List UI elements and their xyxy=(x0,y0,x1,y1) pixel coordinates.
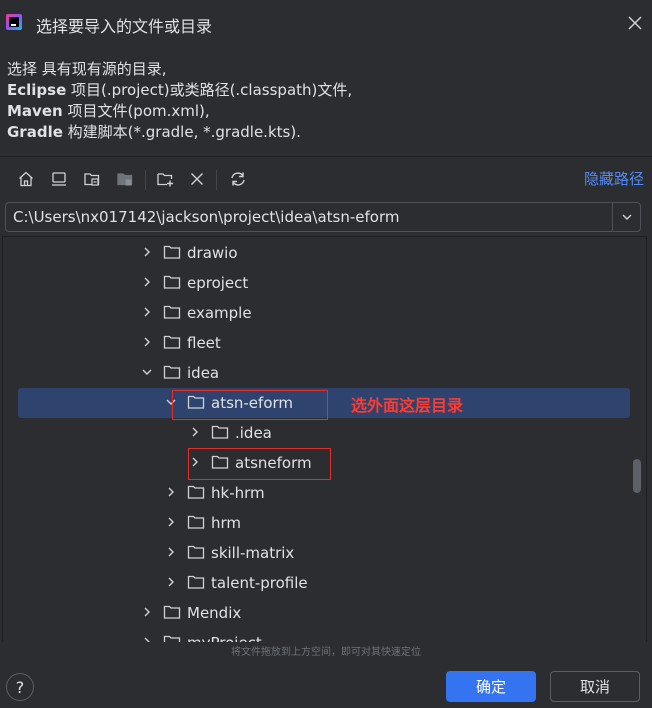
help-button[interactable]: ? xyxy=(6,673,34,701)
eclipse-desc: 项目(.project)或类路径(.classpath)文件, xyxy=(66,81,353,99)
delete-icon[interactable] xyxy=(185,167,209,191)
ok-button[interactable]: 确定 xyxy=(446,671,536,702)
tree-row-dot-idea[interactable]: .idea xyxy=(3,418,646,448)
path-input[interactable]: C:\Users\nx017142\jackson\project\idea\a… xyxy=(13,208,399,226)
tree-row-skill-matrix[interactable]: skill-matrix xyxy=(3,538,646,568)
folder-icon xyxy=(187,515,205,529)
folder-icon xyxy=(163,605,181,619)
directory-tree[interactable]: drawio eproject example fleet idea atsn-… xyxy=(2,236,647,642)
chevron-right-icon[interactable] xyxy=(141,246,153,258)
desktop-icon[interactable] xyxy=(47,167,71,191)
description-line-4: Gradle 构建脚本(*.gradle, *.gradle.kts). xyxy=(7,122,352,143)
folder-icon xyxy=(211,425,229,439)
chevron-right-icon[interactable] xyxy=(165,486,177,498)
drag-drop-hint: 将文件拖放到上方空间，即可对其快速定位 xyxy=(231,647,421,658)
refresh-icon[interactable] xyxy=(226,167,250,191)
annotation-text: 选外面这层目录 xyxy=(351,396,464,415)
hide-path-link[interactable]: 隐藏路径 xyxy=(584,168,644,189)
chevron-right-icon[interactable] xyxy=(165,546,177,558)
cancel-button[interactable]: 取消 xyxy=(550,671,640,702)
dialog-title: 选择要导入的文件或目录 xyxy=(36,17,213,36)
tree-row-label: fleet xyxy=(187,334,221,352)
path-field[interactable]: C:\Users\nx017142\jackson\project\idea\a… xyxy=(5,202,641,232)
chevron-right-icon[interactable] xyxy=(141,636,153,642)
chevron-down-icon[interactable] xyxy=(612,203,640,231)
chevron-right-icon[interactable] xyxy=(141,306,153,318)
tree-row-label: skill-matrix xyxy=(211,544,295,562)
intellij-app-icon xyxy=(6,14,22,30)
tree-row-label: example xyxy=(187,304,252,322)
module-folder-icon[interactable] xyxy=(113,167,137,191)
folder-icon xyxy=(163,245,181,259)
description-line-2: Eclipse 项目(.project)或类路径(.classpath)文件, xyxy=(7,80,352,101)
description-line-3: Maven 项目文件(pom.xml), xyxy=(7,101,352,122)
toolbar-separator xyxy=(216,170,217,190)
tree-row-label: hk-hrm xyxy=(211,484,265,502)
tree-row-label: talent-profile xyxy=(211,574,308,592)
folder-icon xyxy=(163,365,181,379)
tree-row-label: myProject xyxy=(187,634,262,642)
tree-row-eproject[interactable]: eproject xyxy=(3,268,646,298)
maven-desc: 项目文件(pom.xml), xyxy=(62,102,210,120)
toolbar-separator xyxy=(145,170,146,190)
file-chooser-toolbar: 隐藏路径 xyxy=(0,162,652,196)
eclipse-label: Eclipse xyxy=(7,81,67,99)
folder-icon xyxy=(163,635,181,642)
tree-row-label: eproject xyxy=(187,274,249,292)
gradle-desc: 构建脚本(*.gradle, *.gradle.kts). xyxy=(62,123,301,141)
project-folder-icon[interactable] xyxy=(80,167,104,191)
dialog-description: 选择 具有现有源的目录, Eclipse 项目(.project)或类路径(.c… xyxy=(7,59,352,143)
home-icon[interactable] xyxy=(14,167,38,191)
folder-icon xyxy=(163,335,181,349)
chevron-right-icon[interactable] xyxy=(165,516,177,528)
chevron-right-icon[interactable] xyxy=(165,576,177,588)
chevron-right-icon[interactable] xyxy=(141,336,153,348)
folder-icon xyxy=(187,545,205,559)
tree-row-hk-hrm[interactable]: hk-hrm xyxy=(3,478,646,508)
tree-row-myproject[interactable]: myProject xyxy=(3,628,646,642)
annotation-box-atsn-eform xyxy=(172,390,328,420)
new-folder-icon[interactable] xyxy=(153,167,177,191)
tree-row-label: hrm xyxy=(211,514,242,532)
tree-row-fleet[interactable]: fleet xyxy=(3,328,646,358)
chevron-right-icon[interactable] xyxy=(141,276,153,288)
folder-icon xyxy=(163,305,181,319)
folder-icon xyxy=(163,275,181,289)
chevron-down-icon[interactable] xyxy=(141,366,153,378)
divider xyxy=(0,156,652,157)
tree-row-idea[interactable]: idea xyxy=(3,358,646,388)
tree-row-example[interactable]: example xyxy=(3,298,646,328)
close-icon[interactable] xyxy=(626,14,644,32)
tree-row-label: idea xyxy=(187,364,220,382)
description-line-1: 选择 具有现有源的目录, xyxy=(7,60,167,78)
tree-row-label: drawio xyxy=(187,244,238,262)
tree-row-label: .idea xyxy=(235,424,272,442)
folder-icon xyxy=(187,575,205,589)
tree-row-mendix[interactable]: Mendix xyxy=(3,598,646,628)
gradle-label: Gradle xyxy=(7,123,63,141)
title-bar: 选择要导入的文件或目录 xyxy=(0,0,652,46)
tree-row-hrm[interactable]: hrm xyxy=(3,508,646,538)
annotation-box-atsneform xyxy=(188,448,331,480)
maven-label: Maven xyxy=(7,102,63,120)
tree-row-drawio[interactable]: drawio xyxy=(3,238,646,268)
folder-icon xyxy=(187,485,205,499)
tree-scrollbar-thumb[interactable] xyxy=(633,459,641,493)
tree-row-talent-profile[interactable]: talent-profile xyxy=(3,568,646,598)
chevron-right-icon[interactable] xyxy=(141,606,153,618)
tree-row-label: Mendix xyxy=(187,604,242,622)
chevron-right-icon[interactable] xyxy=(189,426,201,438)
